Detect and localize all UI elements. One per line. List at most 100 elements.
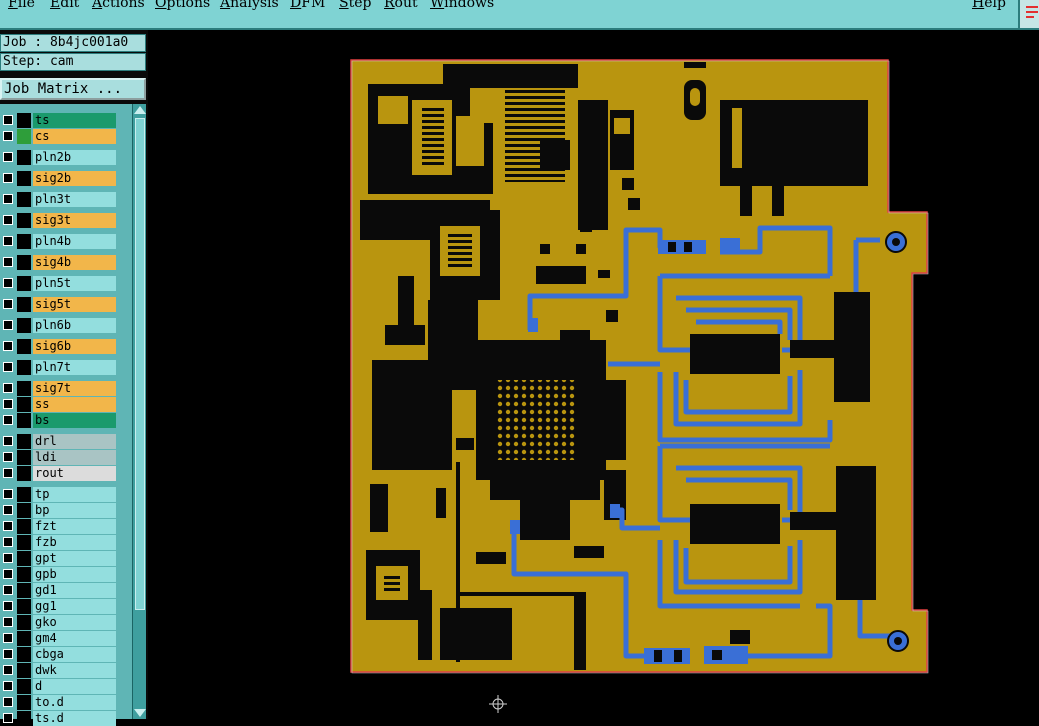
layer-checkbox[interactable]: [3, 436, 13, 446]
layer-affected-indicator[interactable]: [17, 663, 31, 678]
layer-affected-indicator[interactable]: [17, 615, 31, 630]
layer-row-gko[interactable]: gko: [0, 615, 118, 630]
layer-affected-indicator[interactable]: [17, 647, 31, 662]
layer-row-gpt[interactable]: gpt: [0, 551, 118, 566]
layer-checkbox[interactable]: [3, 585, 13, 595]
menu-help[interactable]: Help: [972, 0, 1006, 11]
layer-row-ss[interactable]: ss: [0, 397, 118, 412]
layer-affected-indicator[interactable]: [17, 599, 31, 614]
layer-affected-indicator[interactable]: [17, 679, 31, 694]
layer-row-dwk[interactable]: dwk: [0, 663, 118, 678]
layer-row-sig3t[interactable]: sig3t: [0, 213, 118, 228]
menu-actions[interactable]: Actions: [92, 0, 145, 11]
layer-row-tp[interactable]: tp: [0, 487, 118, 502]
layer-checkbox[interactable]: [3, 553, 13, 563]
menu-windows[interactable]: Windows: [430, 0, 494, 11]
layer-name[interactable]: gpt: [33, 551, 116, 566]
layer-name[interactable]: fzt: [33, 519, 116, 534]
layer-row-sig4b[interactable]: sig4b: [0, 255, 118, 270]
menu-file[interactable]: File: [8, 0, 35, 11]
layer-checkbox[interactable]: [3, 115, 13, 125]
menu-edit[interactable]: Edit: [50, 0, 79, 11]
layer-checkbox[interactable]: [3, 383, 13, 393]
layer-row-pln2b[interactable]: pln2b: [0, 150, 118, 165]
layer-checkbox[interactable]: [3, 681, 13, 691]
layer-checkbox[interactable]: [3, 505, 13, 515]
layer-affected-indicator[interactable]: [17, 631, 31, 646]
layer-affected-indicator[interactable]: [17, 567, 31, 582]
layer-checkbox[interactable]: [3, 665, 13, 675]
layer-row-sig7t[interactable]: sig7t: [0, 381, 118, 396]
layer-name[interactable]: gko: [33, 615, 116, 630]
layer-row-gm4[interactable]: gm4: [0, 631, 118, 646]
layer-row-fzt[interactable]: fzt: [0, 519, 118, 534]
layer-row-bs[interactable]: bs: [0, 413, 118, 428]
layer-row-sig5t[interactable]: sig5t: [0, 297, 118, 312]
layer-name[interactable]: pln5t: [33, 276, 116, 291]
window-menu-icon[interactable]: [1018, 0, 1039, 28]
layer-row-to-d[interactable]: to.d: [0, 695, 118, 710]
layer-row-gd1[interactable]: gd1: [0, 583, 118, 598]
layer-name[interactable]: bs: [33, 413, 116, 428]
layer-checkbox[interactable]: [3, 399, 13, 409]
layer-affected-indicator[interactable]: [17, 695, 31, 710]
layer-row-cs[interactable]: cs: [0, 129, 118, 144]
layer-name[interactable]: rout: [33, 466, 116, 481]
layer-row-ldi[interactable]: ldi: [0, 450, 118, 465]
layer-affected-indicator[interactable]: [17, 583, 31, 598]
layer-row-bp[interactable]: bp: [0, 503, 118, 518]
layer-name[interactable]: sig6b: [33, 339, 116, 354]
layer-name[interactable]: cs: [33, 129, 116, 144]
layer-affected-indicator[interactable]: [17, 171, 31, 186]
layer-name[interactable]: sig4b: [33, 255, 116, 270]
layer-checkbox[interactable]: [3, 257, 13, 267]
layer-affected-indicator[interactable]: [17, 434, 31, 449]
layer-row-pln4b[interactable]: pln4b: [0, 234, 118, 249]
layer-row-pln6b[interactable]: pln6b: [0, 318, 118, 333]
layer-checkbox[interactable]: [3, 452, 13, 462]
layer-checkbox[interactable]: [3, 468, 13, 478]
layer-checkbox[interactable]: [3, 299, 13, 309]
layer-affected-indicator[interactable]: [17, 255, 31, 270]
layer-row-gpb[interactable]: gpb: [0, 567, 118, 582]
layer-name[interactable]: drl: [33, 434, 116, 449]
layer-name[interactable]: ts: [33, 113, 116, 128]
layer-row-drl[interactable]: drl: [0, 434, 118, 449]
layer-checkbox[interactable]: [3, 278, 13, 288]
menu-step[interactable]: Step: [339, 0, 371, 11]
layer-affected-indicator[interactable]: [17, 318, 31, 333]
layer-row-cbga[interactable]: cbga: [0, 647, 118, 662]
layer-affected-indicator[interactable]: [17, 397, 31, 412]
layer-name[interactable]: dwk: [33, 663, 116, 678]
layer-checkbox[interactable]: [3, 131, 13, 141]
layer-affected-indicator[interactable]: [17, 276, 31, 291]
layer-checkbox[interactable]: [3, 601, 13, 611]
layer-name[interactable]: pln4b: [33, 234, 116, 249]
layer-row-pln7t[interactable]: pln7t: [0, 360, 118, 375]
layer-checkbox[interactable]: [3, 194, 13, 204]
layer-affected-indicator[interactable]: [17, 213, 31, 228]
layer-row-fzb[interactable]: fzb: [0, 535, 118, 550]
layer-affected-indicator[interactable]: [17, 150, 31, 165]
layer-row-rout[interactable]: rout: [0, 466, 118, 481]
menu-analysis[interactable]: Analysis: [220, 0, 279, 11]
layer-name[interactable]: ldi: [33, 450, 116, 465]
menu-dfm[interactable]: DFM: [290, 0, 325, 11]
scroll-down-icon[interactable]: [134, 709, 146, 717]
layer-list-scrollbar[interactable]: [132, 104, 146, 719]
layer-checkbox[interactable]: [3, 341, 13, 351]
layer-affected-indicator[interactable]: [17, 450, 31, 465]
scroll-up-icon[interactable]: [134, 106, 146, 114]
layer-row-sig2b[interactable]: sig2b: [0, 171, 118, 186]
layer-checkbox[interactable]: [3, 521, 13, 531]
layer-name[interactable]: d: [33, 679, 116, 694]
layer-name[interactable]: bp: [33, 503, 116, 518]
job-matrix-button[interactable]: Job Matrix ...: [0, 78, 146, 100]
layer-checkbox[interactable]: [3, 713, 13, 723]
layer-row-pln5t[interactable]: pln5t: [0, 276, 118, 291]
layer-name[interactable]: sig2b: [33, 171, 116, 186]
layer-row-pln3t[interactable]: pln3t: [0, 192, 118, 207]
layer-checkbox[interactable]: [3, 173, 13, 183]
layer-checkbox[interactable]: [3, 320, 13, 330]
layer-affected-indicator[interactable]: [17, 503, 31, 518]
